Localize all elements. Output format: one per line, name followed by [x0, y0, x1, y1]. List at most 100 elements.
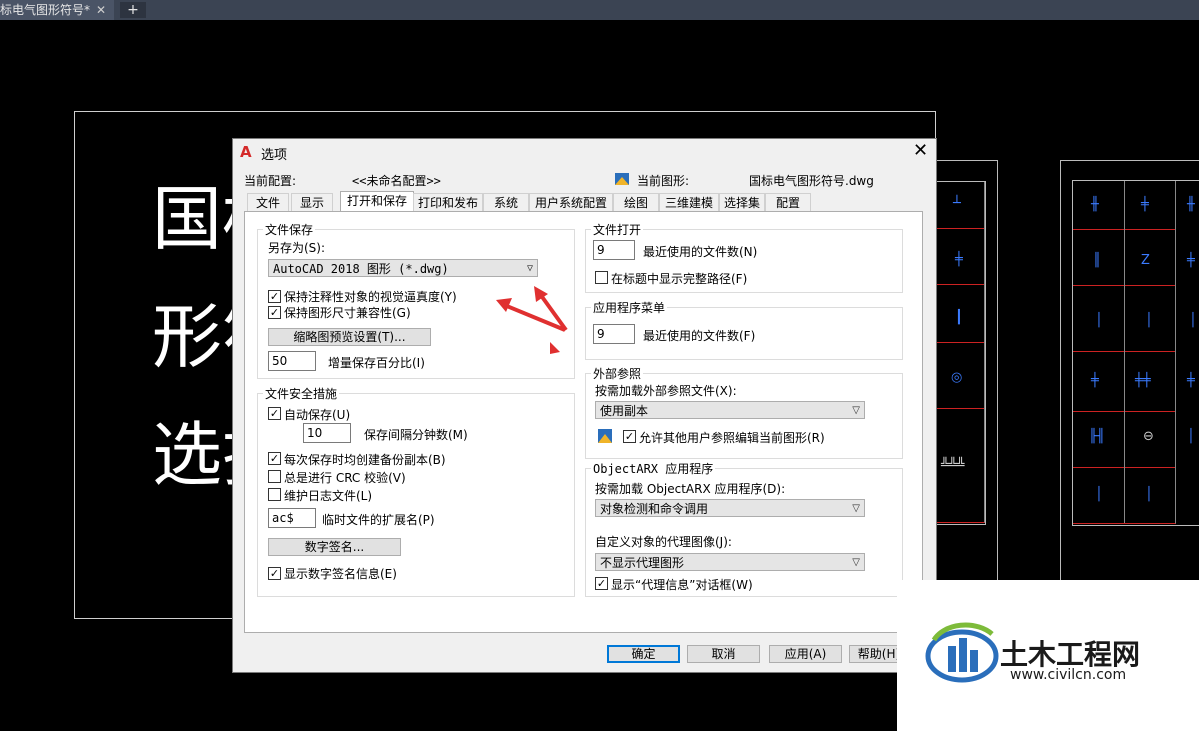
symbol-icon: ╪ [1187, 253, 1195, 268]
full-path-checkbox[interactable] [595, 271, 608, 284]
symbol-sheet-inner: ╫ ╪ ╫ ║ Z ╪ │ │ │ ╪ ╪╪ ╪ ╟╢ ⊖ │ │ │ [1072, 180, 1199, 526]
tab-drafting[interactable]: 绘图 [613, 193, 659, 212]
symbol-icon: ╟╢ [1089, 429, 1105, 444]
document-tab[interactable]: 标电气图形符号* ✕ [0, 0, 114, 20]
symbol-icon: │ [1145, 313, 1153, 328]
tab-files[interactable]: 文件 [247, 193, 289, 212]
document-tab-label: 标电气图形符号* [0, 3, 91, 17]
incremental-save-input[interactable]: 50 [268, 351, 316, 371]
tab-selection[interactable]: 选择集 [719, 193, 765, 212]
application-menu-title: 应用程序菜单 [591, 299, 668, 316]
current-profile-value: <<未命名配置>> [352, 174, 441, 188]
objectarx-demand-load-label: 按需加载 ObjectARX 应用程序(D): [595, 482, 786, 496]
objectarx-demand-load-select[interactable]: 对象检测和命令调用 ▽ [595, 499, 865, 517]
new-tab-button[interactable]: + [120, 2, 146, 18]
symbol-icon: │ [1095, 487, 1103, 502]
recent-files-label: 最近使用的文件数(N) [643, 245, 758, 259]
show-signature-checkbox[interactable]: ✓ [268, 567, 281, 580]
backup-copy-checkbox[interactable]: ✓ [268, 452, 281, 465]
autocad-logo-icon: A [240, 143, 252, 161]
file-safety-title: 文件安全措施 [263, 385, 340, 402]
maintain-visual-fidelity-checkbox[interactable]: ✓ [268, 290, 281, 303]
digital-signatures-button[interactable]: 数字签名... [268, 538, 401, 556]
thumbnail-preview-settings-button[interactable]: 缩略图预览设置(T)... [268, 328, 431, 346]
current-drawing-label: 当前图形: [637, 174, 690, 188]
symbol-icon: ┃ [955, 310, 963, 325]
app-menu-recent-input[interactable]: 9 [593, 324, 635, 344]
allow-xref-edit-label: 允许其他用户参照编辑当前图形(R) [639, 431, 825, 445]
symbol-sheet-inner: ┴ ╪ ┃ ◎ ╩╩╩ [936, 181, 986, 525]
temp-extension-label: 临时文件的扩展名(P) [322, 513, 435, 527]
symbol-icon: ╫ [1187, 197, 1195, 212]
symbol-icon: │ [1189, 313, 1197, 328]
save-interval-label: 保存间隔分钟数(M) [364, 428, 468, 442]
xref-demand-load-select[interactable]: 使用副本 ▽ [595, 401, 865, 419]
tab-profiles[interactable]: 配置 [765, 193, 811, 212]
xref-title: 外部参照 [591, 365, 644, 382]
dialog-close-icon[interactable]: ✕ [913, 140, 928, 161]
annotation-arrows [496, 286, 568, 354]
apply-button[interactable]: 应用(A) [769, 645, 842, 663]
backup-copy-label: 每次保存时均创建备份副本(B) [284, 453, 446, 467]
symbol-icon: ╪ [1141, 197, 1149, 212]
chevron-down-icon: ▽ [852, 405, 860, 416]
civilcn-logo-icon [925, 622, 999, 683]
tab-3d-modeling[interactable]: 三维建模 [659, 193, 719, 212]
symbol-icon: ║ [1093, 253, 1101, 268]
autosave-checkbox[interactable]: ✓ [268, 407, 281, 420]
symbol-icon: ◎ [951, 370, 963, 385]
current-drawing-value: 国标电气图形符号.dwg [749, 174, 874, 188]
tab-display[interactable]: 显示 [291, 193, 333, 212]
symbol-icon: ╪ [1187, 373, 1195, 388]
incremental-save-label: 增量保存百分比(I) [328, 356, 425, 370]
app-menu-recent-label: 最近使用的文件数(F) [643, 329, 756, 343]
symbol-icon: │ [1187, 429, 1195, 444]
proxy-images-value: 不显示代理图形 [600, 556, 685, 570]
symbol-icon: ┴ [953, 196, 961, 211]
tab-open-and-save[interactable]: 打开和保存 [340, 191, 414, 213]
log-file-checkbox[interactable] [268, 488, 281, 501]
maintain-drawing-size-label: 保持图形尺寸兼容性(G) [284, 306, 411, 320]
show-signature-label: 显示数字签名信息(E) [284, 567, 397, 581]
symbol-icon: ⊖ [1143, 429, 1154, 444]
watermark-url: www.civilcn.com [1010, 667, 1127, 683]
save-as-select[interactable]: AutoCAD 2018 图形 (*.dwg) ▽ [268, 259, 538, 277]
xref-demand-load-value: 使用副本 [600, 404, 649, 418]
document-tab-bar [0, 0, 1199, 20]
tab-user-preferences[interactable]: 用户系统配置 [529, 193, 613, 212]
drawing-file-icon [615, 173, 629, 185]
ok-button[interactable]: 确定 [607, 645, 680, 663]
tab-plot-and-publish[interactable]: 打印和发布 [413, 193, 483, 212]
crc-check-checkbox[interactable] [268, 470, 281, 483]
symbol-icon: Z [1141, 253, 1150, 268]
symbol-icon: ╪ [1091, 373, 1099, 388]
recent-files-input[interactable]: 9 [593, 240, 635, 260]
maintain-visual-fidelity-label: 保持注释性对象的视觉逼真度(Y) [284, 290, 457, 304]
file-save-title: 文件保存 [263, 221, 316, 238]
symbol-icon: ╩╩╩ [941, 458, 965, 473]
autosave-label: 自动保存(U) [284, 408, 351, 422]
crc-check-label: 总是进行 CRC 校验(V) [284, 471, 406, 485]
xref-demand-load-label: 按需加载外部参照文件(X): [595, 384, 737, 398]
temp-extension-input[interactable]: ac$ [268, 508, 316, 528]
chevron-down-icon: ▽ [852, 557, 860, 568]
dialog-title: 选项 [261, 148, 288, 163]
proxy-images-select[interactable]: 不显示代理图形 ▽ [595, 553, 865, 571]
cancel-button[interactable]: 取消 [687, 645, 760, 663]
objectarx-demand-load-value: 对象检测和命令调用 [600, 502, 709, 516]
symbol-icon: │ [1095, 313, 1103, 328]
save-interval-input[interactable]: 10 [303, 423, 351, 443]
log-file-label: 维护日志文件(L) [284, 489, 373, 503]
allow-xref-edit-checkbox[interactable]: ✓ [623, 430, 636, 443]
close-icon[interactable]: ✕ [96, 0, 106, 20]
tab-system[interactable]: 系统 [483, 193, 529, 212]
symbol-icon: ╪ [955, 252, 963, 267]
chevron-down-icon: ▽ [852, 503, 860, 514]
symbol-icon: ╪╪ [1135, 373, 1151, 388]
current-profile-label: 当前配置: [244, 174, 297, 188]
proxy-images-label: 自定义对象的代理图像(J): [595, 535, 732, 549]
symbol-icon: ╫ [1091, 197, 1099, 212]
objectarx-title: ObjectARX 应用程序 [591, 460, 716, 477]
show-proxy-dialog-checkbox[interactable]: ✓ [595, 577, 608, 590]
maintain-drawing-size-checkbox[interactable]: ✓ [268, 306, 281, 319]
